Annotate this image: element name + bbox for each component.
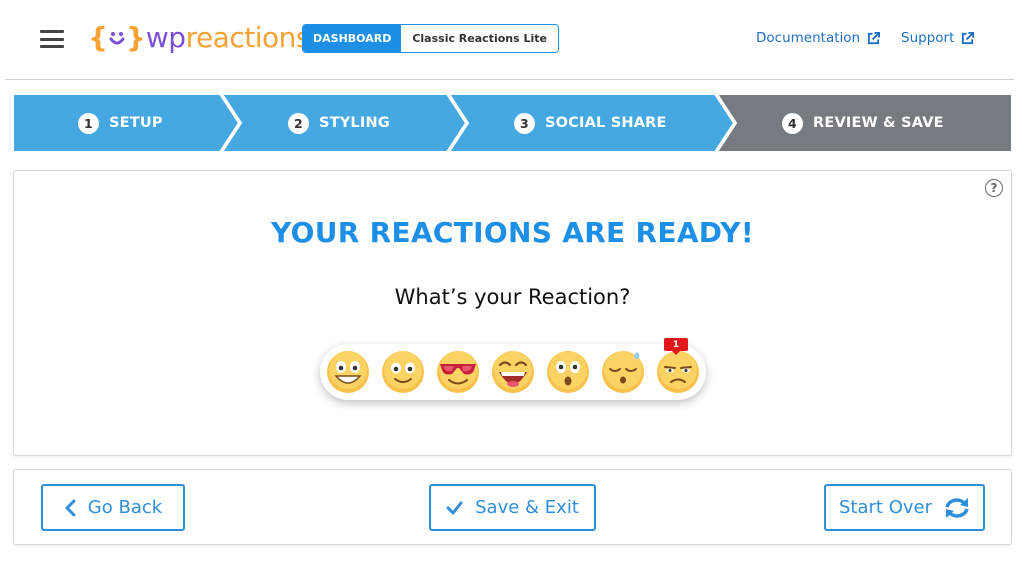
support-link[interactable]: Support	[901, 30, 975, 46]
logo-brace-left: {	[88, 21, 108, 54]
save-exit-button[interactable]: Save & Exit	[429, 484, 596, 531]
grinning-face-icon[interactable]	[326, 350, 370, 394]
documentation-link-label: Documentation	[756, 30, 861, 46]
documentation-link[interactable]: Documentation	[756, 30, 881, 46]
laughing-face-icon[interactable]	[491, 350, 535, 394]
wizard-footer: Go Back Save & Exit Start Over	[13, 469, 1012, 545]
support-link-label: Support	[901, 30, 955, 46]
step-label: REVIEW & SAVE	[813, 115, 944, 131]
reaction-prompt: What’s your Reaction?	[394, 285, 631, 309]
go-back-button[interactable]: Go Back	[41, 484, 185, 531]
question-circle-icon[interactable]: ?	[985, 179, 1003, 197]
step-number: 1	[78, 112, 99, 134]
page-title: YOUR REACTIONS ARE READY!	[271, 216, 754, 249]
reaction-count-badge: 1	[664, 338, 688, 355]
logo-text-reactions: reactions	[185, 21, 311, 54]
step-review-save[interactable]: 4 REVIEW & SAVE	[782, 94, 944, 152]
unamused-reaction[interactable]: 1	[656, 338, 700, 394]
step-number: 2	[288, 112, 309, 134]
save-exit-label: Save & Exit	[475, 497, 579, 518]
wizard-steps: 1 SETUP 2 STYLING 3 SOCIAL SHARE 4 REVIE…	[13, 94, 1012, 152]
step-number: 4	[782, 112, 803, 134]
review-card: ? YOUR REACTIONS ARE READY! What’s your …	[13, 170, 1012, 456]
external-link-icon	[868, 31, 881, 44]
top-header: { } wpreactions DASHBOARD Classic Reacti…	[0, 0, 1024, 80]
go-back-label: Go Back	[87, 497, 163, 518]
step-social-share[interactable]: 3 SOCIAL SHARE	[514, 94, 667, 152]
step-number: 3	[514, 112, 535, 134]
check-icon	[446, 501, 463, 514]
start-over-label: Start Over	[839, 497, 932, 518]
breadcrumb-dashboard[interactable]: DASHBOARD	[303, 25, 402, 52]
refresh-icon	[945, 497, 969, 518]
logo-text-wp: wp	[145, 21, 186, 54]
reactions-bar: 1	[320, 338, 706, 400]
external-link-icon	[962, 31, 975, 44]
step-label: SOCIAL SHARE	[545, 115, 667, 131]
smiling-face-icon[interactable]	[381, 350, 425, 394]
unamused-face-icon	[657, 351, 699, 393]
wpreactions-logo[interactable]: { } wpreactions	[88, 18, 310, 58]
start-over-button[interactable]: Start Over	[824, 484, 985, 531]
logo-brace-right: }	[125, 21, 146, 54]
header-divider	[5, 79, 1014, 80]
breadcrumb-current-page: Classic Reactions Lite	[401, 25, 558, 52]
sunglasses-face-icon[interactable]	[436, 350, 480, 394]
step-label: SETUP	[109, 115, 163, 131]
surprised-face-icon[interactable]	[546, 350, 590, 394]
logo-smile-icon	[109, 32, 125, 45]
hamburger-menu-icon[interactable]	[40, 30, 64, 48]
step-styling[interactable]: 2 STYLING	[288, 94, 390, 152]
step-label: STYLING	[319, 115, 390, 131]
sleepy-face-icon[interactable]	[601, 350, 645, 394]
chevron-left-icon	[65, 499, 76, 516]
breadcrumb: DASHBOARD Classic Reactions Lite	[302, 24, 559, 53]
step-setup[interactable]: 1 SETUP	[78, 94, 163, 152]
